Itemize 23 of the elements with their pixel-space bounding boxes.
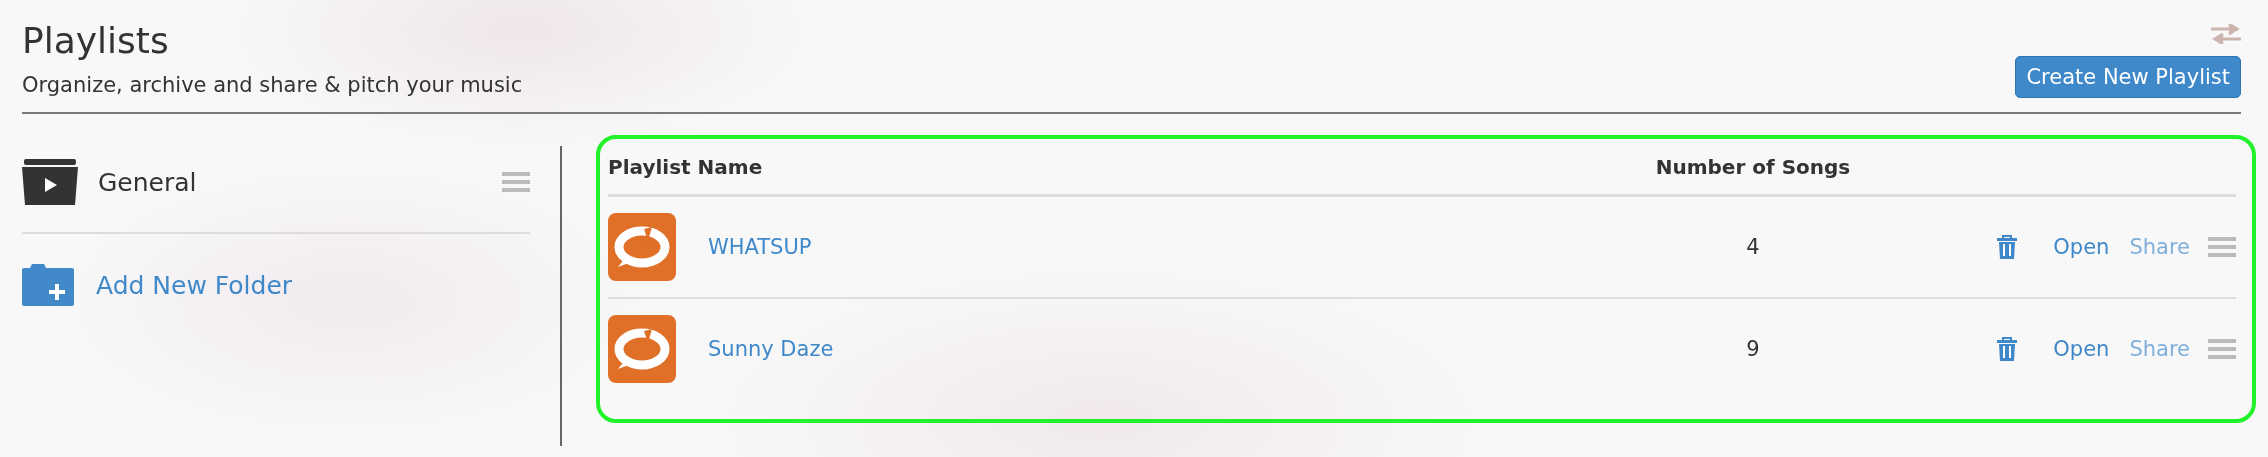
add-folder-link[interactable]: Add New Folder	[96, 270, 293, 300]
create-playlist-button[interactable]: Create New Playlist	[2015, 56, 2241, 98]
page-title: Playlists	[22, 20, 170, 62]
folder-name[interactable]: General	[98, 167, 502, 197]
share-link[interactable]: Share	[2129, 235, 2190, 259]
playlist-name-link[interactable]: WHATSUP	[708, 235, 812, 259]
folder-plus-icon[interactable]	[22, 264, 74, 306]
folder-play-icon	[22, 159, 78, 205]
menu-icon[interactable]	[2208, 237, 2236, 257]
swap-arrows-icon[interactable]	[2211, 24, 2241, 44]
menu-icon[interactable]	[502, 172, 530, 192]
trash-icon[interactable]	[1997, 337, 2018, 361]
playlist-name-link[interactable]: Sunny Daze	[708, 337, 834, 361]
song-count: 9	[1746, 337, 1760, 361]
page-subtitle: Organize, archive and share & pitch your music	[22, 72, 523, 98]
trash-icon[interactable]	[1997, 235, 2018, 259]
song-count: 4	[1746, 235, 1760, 259]
column-header: Number of Songs	[1655, 154, 1851, 179]
menu-icon[interactable]	[2208, 339, 2236, 359]
open-link[interactable]: Open	[2053, 235, 2110, 259]
open-link[interactable]: Open	[2053, 337, 2110, 361]
column-header: Playlist Name	[608, 154, 763, 179]
share-link[interactable]: Share	[2129, 337, 2190, 361]
